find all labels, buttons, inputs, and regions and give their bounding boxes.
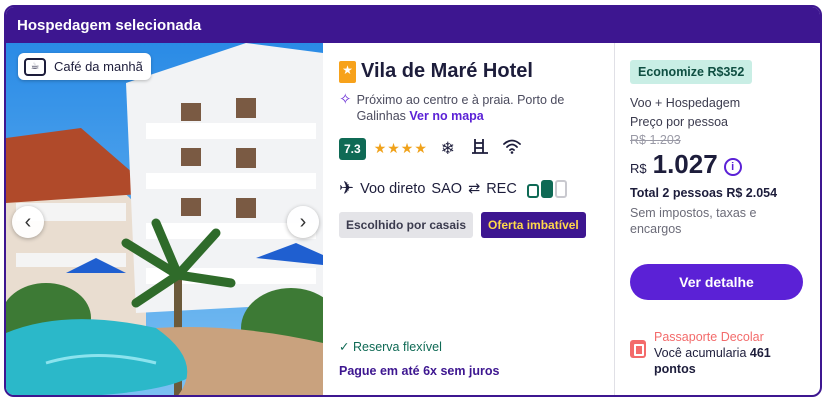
price-amount: 1.027 — [652, 149, 718, 179]
pool-ladder-icon — [468, 137, 492, 160]
info-icon[interactable]: i — [723, 158, 742, 176]
photo-prev-button[interactable]: ‹ — [12, 206, 44, 238]
wifi-icon — [500, 138, 524, 159]
price-panel: Economize R$352 Voo + Hospedagem Preço p… — [614, 43, 820, 395]
hotel-photo[interactable]: ☕ Café da manhã ‹ › — [6, 43, 323, 395]
breakfast-label: Café da manhã — [54, 59, 143, 74]
passport-points: 461 — [749, 346, 771, 360]
price-per-person-label: Preço por pessoa — [630, 115, 728, 129]
card-title: Hospedagem selecionada — [17, 16, 202, 34]
hotel-info: ★ Vila de Maré Hotel ✧ Próximo ao centro… — [323, 43, 614, 395]
snowflake-icon: ❄ — [440, 138, 456, 158]
view-detail-button[interactable]: Ver detalhe — [630, 264, 803, 300]
flight-origin: SAO — [431, 180, 463, 197]
taxes-note: Sem impostos, taxas e encargos — [630, 206, 757, 236]
passport-text-suffix: pontos — [654, 362, 696, 376]
passport-title[interactable]: Passaporte Decolar — [654, 330, 784, 344]
chevron-left-icon: ‹ — [24, 210, 32, 233]
flight-label: Voo direto — [360, 180, 426, 197]
sparkle-icon: ✧ — [339, 91, 352, 108]
flight-info: ✈ Voo direto SAO ⇄ REC — [339, 178, 614, 199]
bookmark-star-icon: ★ — [339, 60, 356, 83]
old-price: R$ 1.203 — [630, 133, 681, 147]
deal-tag: Oferta imbatível — [481, 212, 586, 238]
savings-badge: Economize R$352 — [630, 60, 753, 84]
rating-score: 7.3 — [339, 137, 366, 160]
star-rating: ★★★★ — [373, 140, 428, 156]
flexible-booking-label: Reserva flexível — [352, 340, 442, 354]
hotel-name[interactable]: Vila de Maré Hotel — [361, 60, 533, 83]
passport-icon — [630, 340, 646, 358]
flexible-booking: ✓ Reserva flexível — [339, 339, 442, 354]
photo-next-button[interactable]: › — [287, 206, 319, 238]
map-link[interactable]: Ver no mapa — [409, 109, 483, 123]
hotel-card: Hospedagem selecionada ☕ Café da manhã ‹… — [4, 5, 822, 397]
passport-text-prefix: Você acumularia — [654, 346, 747, 360]
flight-destination: REC — [486, 180, 517, 197]
hotel-photo-image — [6, 43, 323, 395]
passport-rewards: Passaporte Decolar Você acumularia 461 p… — [630, 330, 784, 377]
total-price: Total 2 pessoas R$ 2.054 — [630, 186, 778, 200]
chevron-right-icon: › — [299, 210, 307, 233]
airplane-icon: ✈ — [339, 178, 355, 198]
baggage-icon — [526, 179, 567, 198]
location-text: Próximo ao centro e à praia. Porto de Ga… — [357, 92, 614, 124]
price-currency: R$ — [630, 161, 647, 176]
coffee-cup-icon: ☕ — [24, 57, 46, 76]
couples-tag: Escolhido por casais — [339, 212, 474, 238]
passport-points-text: Você acumularia 461 pontos — [654, 345, 784, 377]
card-header: Hospedagem selecionada — [6, 7, 820, 43]
package-type: Voo + Hospedagem — [630, 96, 741, 110]
installments-info: Pague em até 6x sem juros — [339, 364, 500, 378]
breakfast-badge: ☕ Café da manhã — [18, 53, 151, 80]
swap-arrows-icon: ⇄ — [468, 180, 481, 197]
checkmark-icon: ✓ — [339, 340, 350, 354]
